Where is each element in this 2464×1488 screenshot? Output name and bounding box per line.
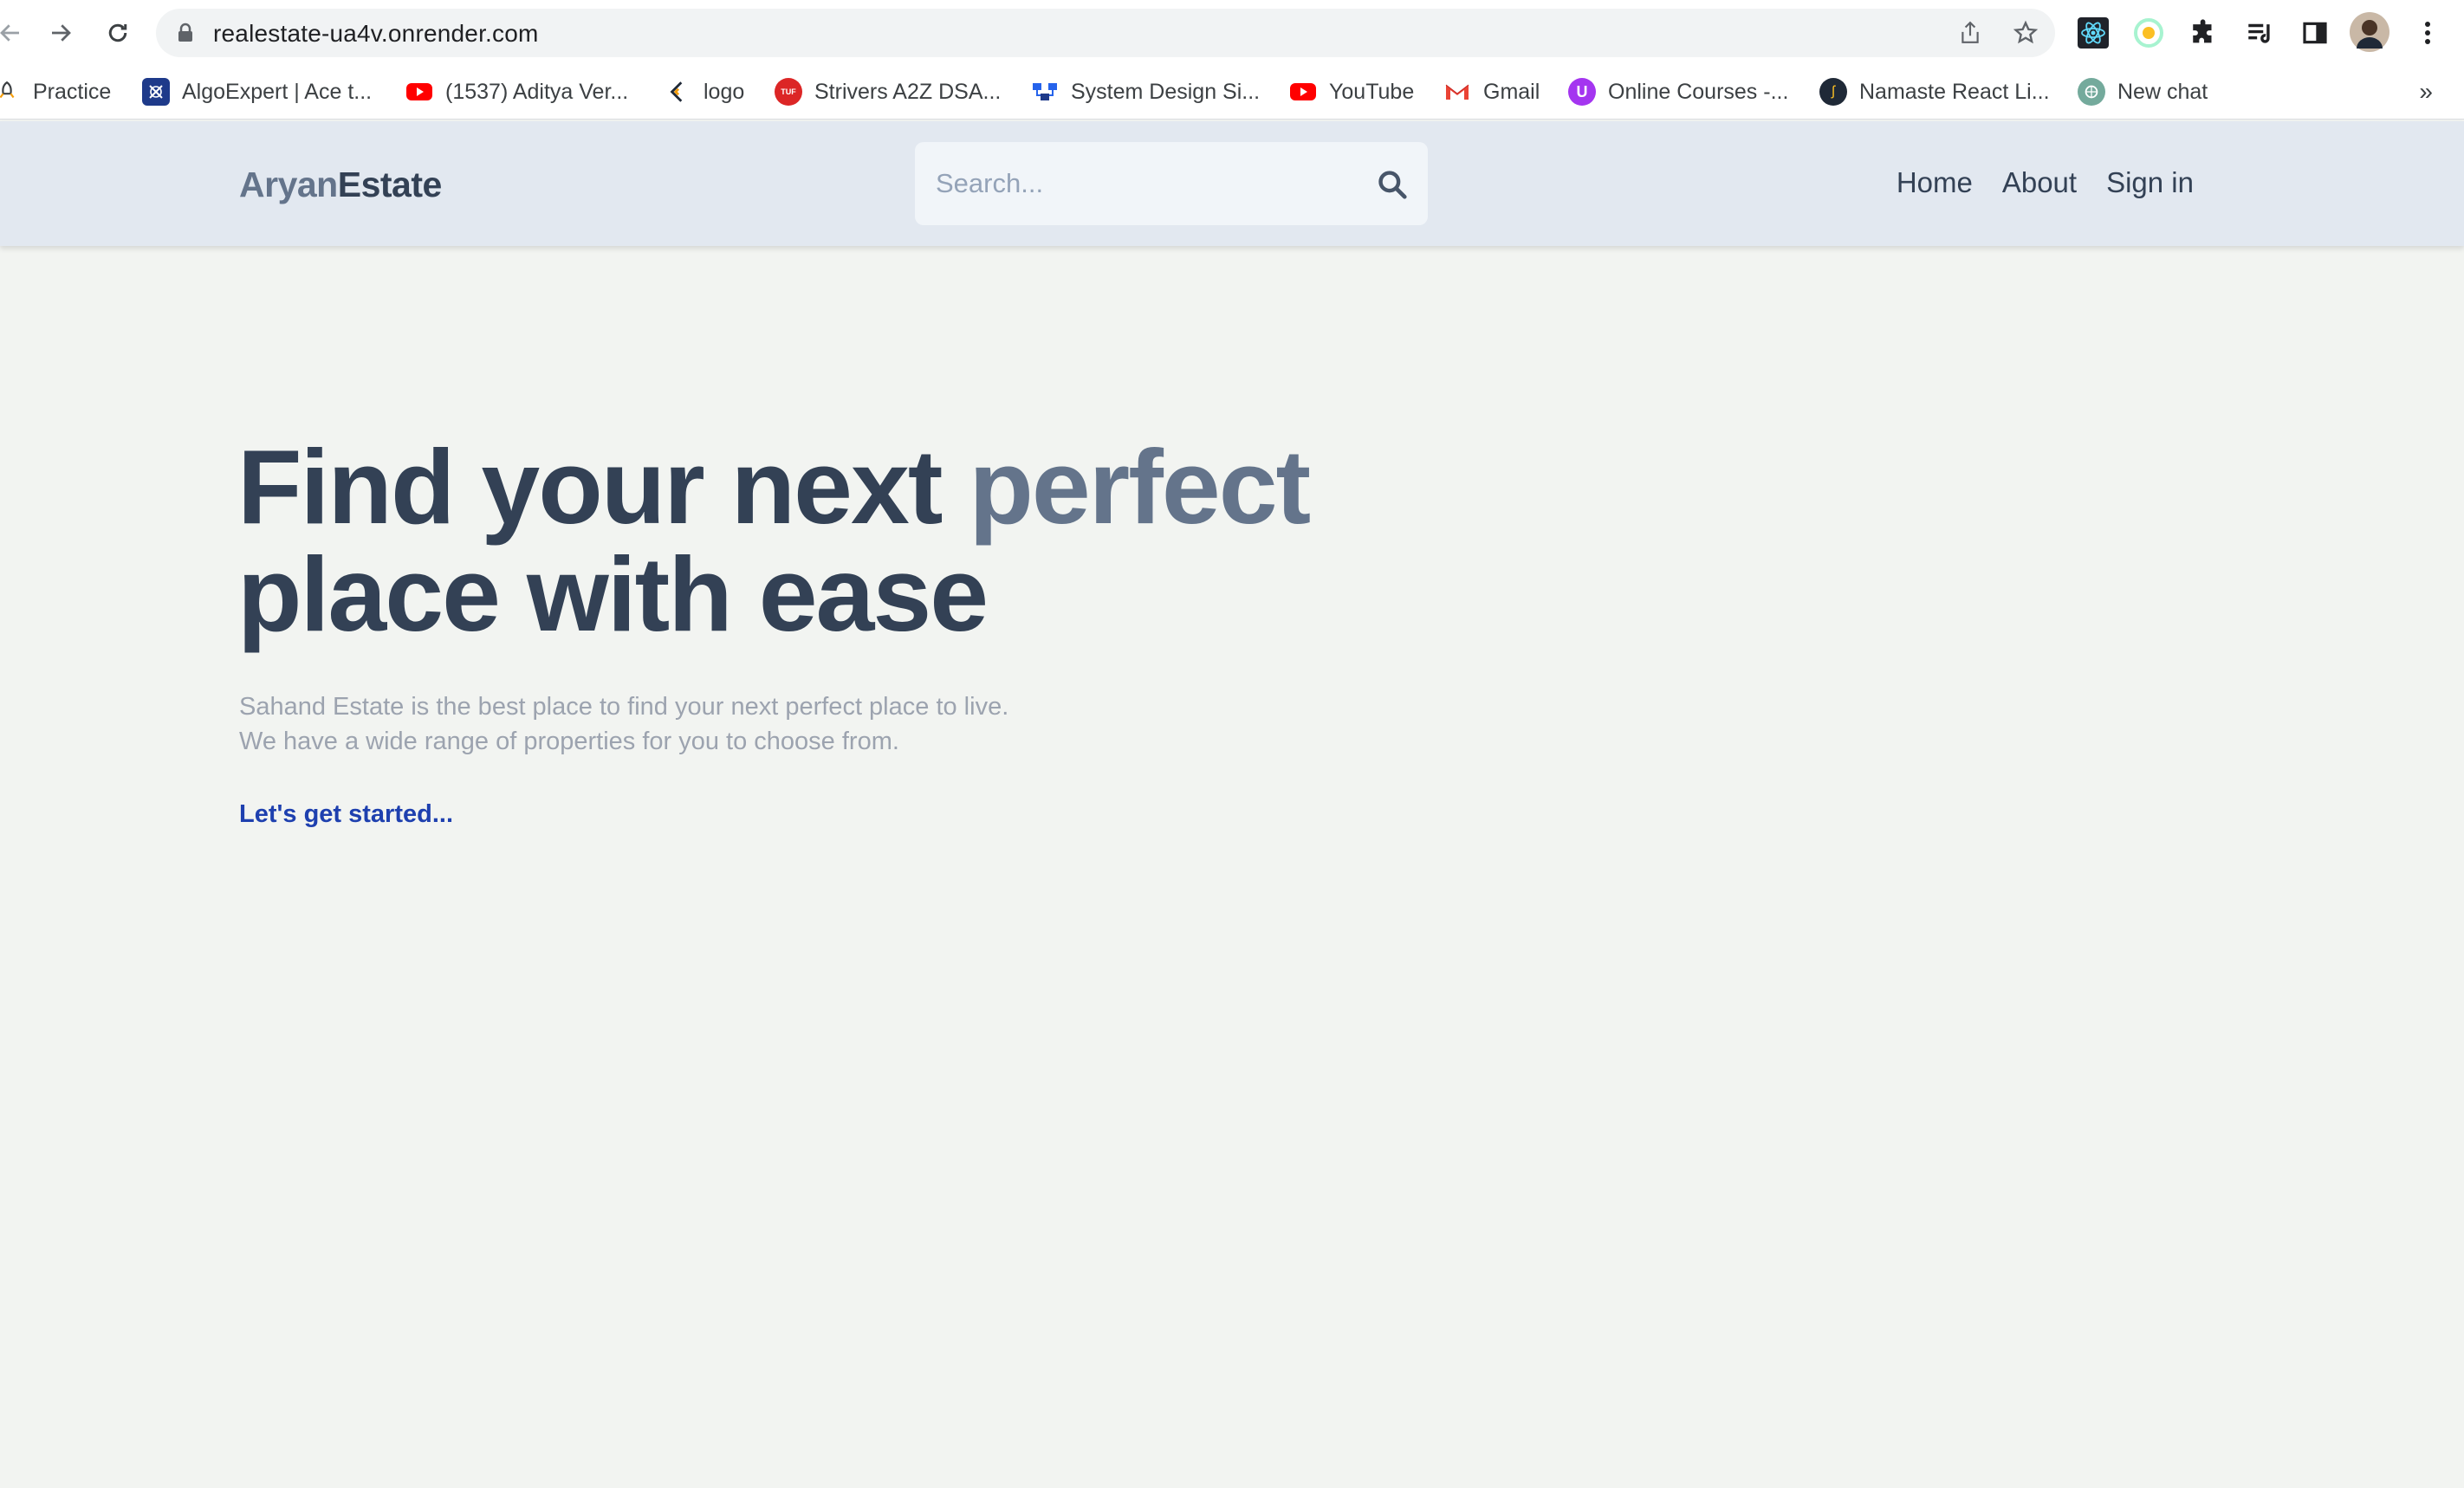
hero-title-part1: Find your next	[237, 428, 969, 546]
bookmark-practice[interactable]: Practice	[0, 74, 111, 109]
bookmark-gmail[interactable]: Gmail	[1443, 74, 1540, 109]
arrow-left-icon	[0, 24, 19, 42]
side-panel-icon[interactable]	[2298, 16, 2332, 50]
namaste-icon: ʃ	[1819, 78, 1847, 106]
bookmark-aditya-verma[interactable]: (1537) Aditya Ver...	[405, 74, 628, 109]
algoexpert-icon	[142, 78, 170, 106]
main-nav: Home About Sign in	[1897, 166, 2194, 199]
reload-button[interactable]	[97, 12, 139, 54]
bookmark-youtube[interactable]: YouTube	[1289, 74, 1414, 109]
nav-about-link[interactable]: About	[2002, 166, 2077, 199]
hero-desc-line2: We have a wide range of properties for y…	[239, 728, 899, 755]
site-logo[interactable]: AryanEstate	[239, 165, 442, 205]
browser-toolbar: realestate-ua4v.onrender.com	[0, 0, 2464, 66]
search-form	[915, 142, 1428, 225]
search-input[interactable]	[936, 161, 1352, 206]
bookmark-logo[interactable]: logo	[664, 74, 744, 109]
system-design-icon	[1031, 78, 1059, 106]
share-icon[interactable]	[1956, 19, 1984, 47]
bookmark-system-design[interactable]: System Design Si...	[1031, 74, 1260, 109]
bookmark-algoexpert[interactable]: AlgoExpert | Ace t...	[142, 74, 372, 109]
react-devtools-icon[interactable]	[2076, 16, 2111, 50]
logo-part-estate: Estate	[337, 165, 443, 204]
address-bar[interactable]: realestate-ua4v.onrender.com	[156, 9, 2055, 57]
hero-title-accent: perfect	[969, 428, 1311, 546]
bookmark-strivers[interactable]: TUF Strivers A2Z DSA...	[775, 74, 1001, 109]
bookmark-new-chat[interactable]: New chat	[2078, 74, 2208, 109]
url-text: realestate-ua4v.onrender.com	[213, 20, 539, 47]
reload-icon	[108, 23, 127, 42]
gmail-icon	[1443, 78, 1471, 106]
hero-desc-line1: Sahand Estate is the best place to find …	[239, 693, 1009, 721]
bookmark-star-icon[interactable]	[2012, 19, 2039, 47]
search-icon[interactable]	[1376, 168, 1409, 201]
lock-icon	[177, 23, 194, 48]
logo-part-aryan: Aryan	[239, 165, 338, 204]
hero-title: Find your next perfect place with ease	[237, 433, 1450, 648]
hero-description: Sahand Estate is the best place to find …	[239, 689, 1008, 759]
rocket-icon	[0, 78, 21, 106]
nav-signin-link[interactable]: Sign in	[2106, 166, 2194, 199]
extensions-puzzle-icon[interactable]	[2187, 16, 2221, 50]
more-vert-icon[interactable]	[2410, 16, 2445, 50]
arrow-right-icon	[52, 24, 71, 42]
hero-title-part2: place with ease	[237, 535, 989, 653]
site-header: AryanEstate Home About Sign in	[0, 121, 2464, 246]
udemy-icon: U	[1568, 78, 1596, 106]
get-started-link[interactable]: Let's get started...	[239, 800, 453, 829]
tuf-icon: TUF	[775, 78, 802, 106]
forward-button[interactable]	[40, 12, 81, 54]
youtube-icon	[405, 78, 433, 106]
back-button[interactable]	[0, 12, 31, 54]
logo-icon	[664, 78, 691, 106]
bookmarks-overflow-button[interactable]: »	[2419, 78, 2433, 106]
bookmark-namaste-react[interactable]: ʃ Namaste React Li...	[1819, 74, 2050, 109]
profile-avatar[interactable]	[2350, 12, 2389, 52]
bookmarks-bar: Practice AlgoExpert | Ace t... (1537) Ad…	[0, 66, 2464, 120]
youtube-icon	[1289, 78, 1317, 106]
extension-circle-icon[interactable]	[2131, 16, 2166, 50]
media-control-icon[interactable]	[2242, 16, 2277, 50]
bookmark-online-courses[interactable]: U Online Courses -...	[1568, 74, 1788, 109]
nav-home-link[interactable]: Home	[1897, 166, 1973, 199]
chatgpt-icon	[2078, 78, 2105, 106]
